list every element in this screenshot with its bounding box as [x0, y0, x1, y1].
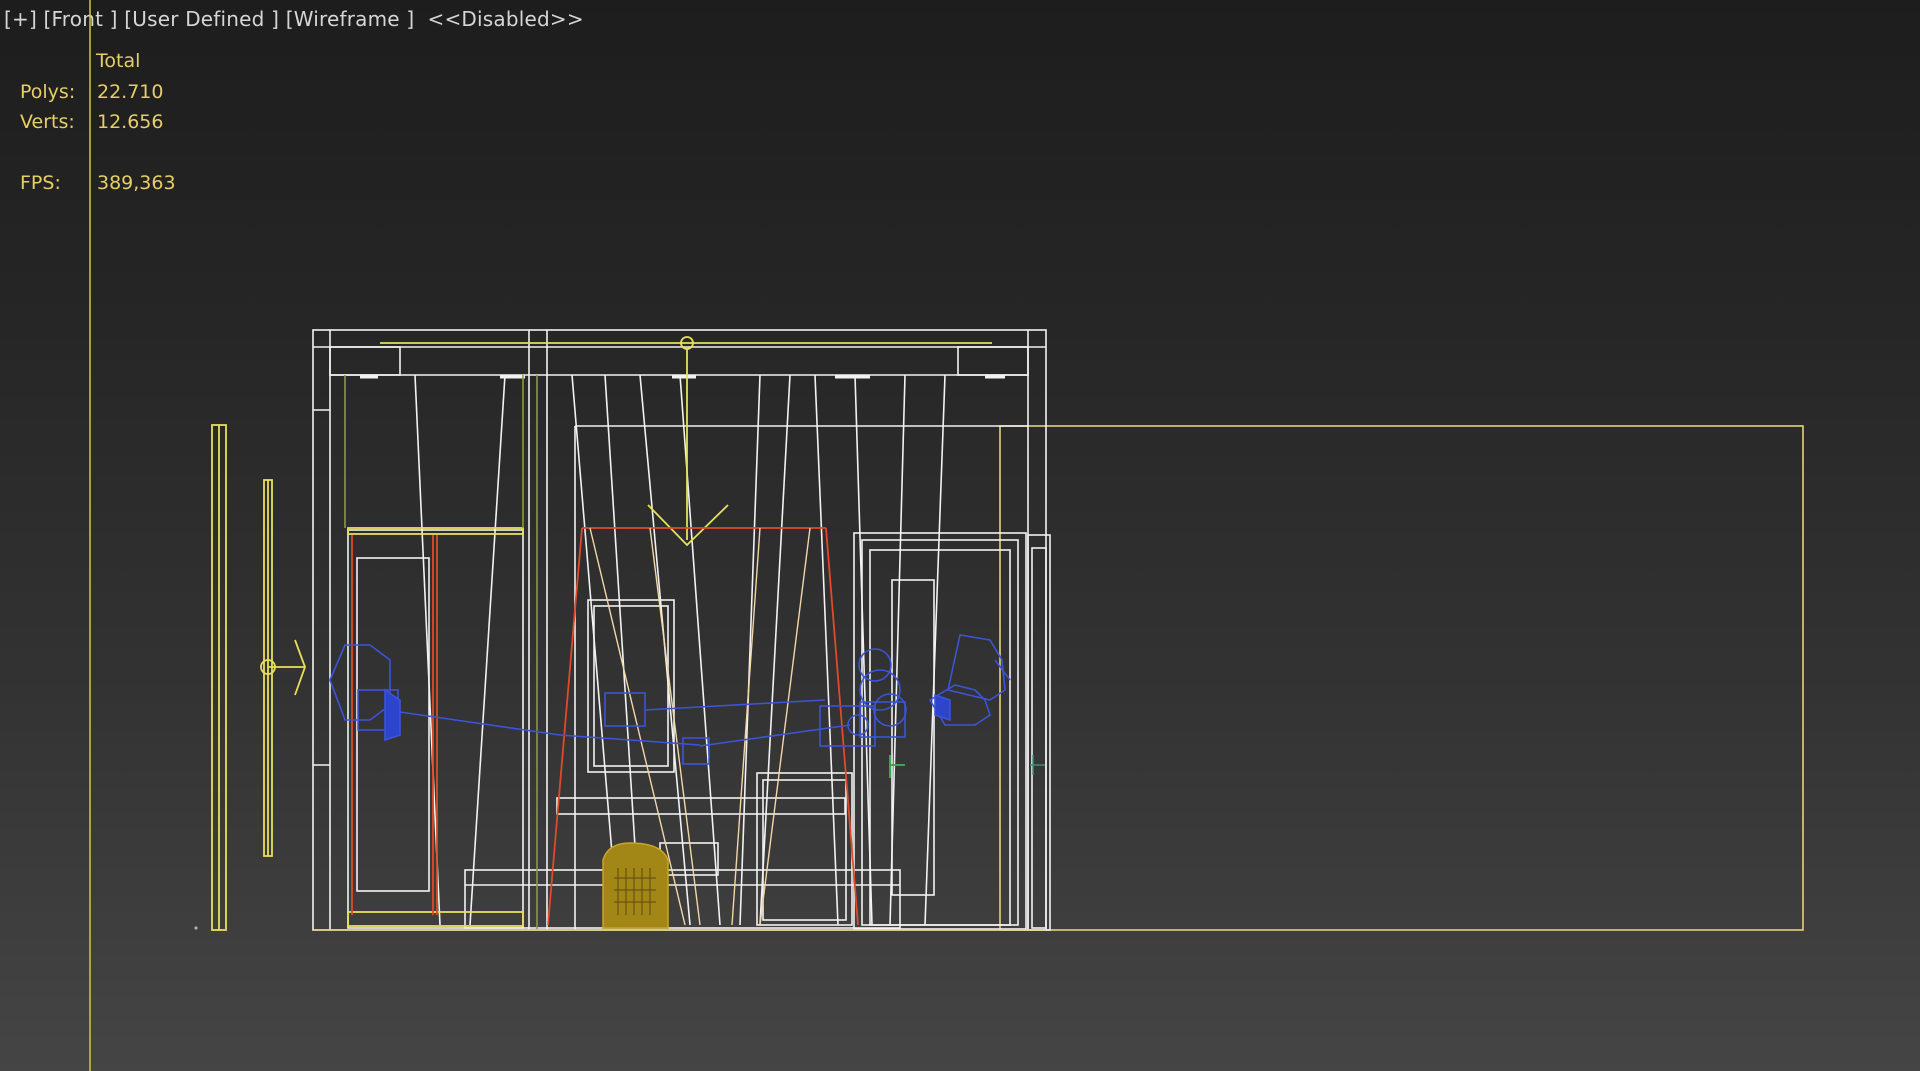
green-wire-lines [344, 375, 538, 930]
selected-chair-object[interactable] [602, 842, 669, 929]
teal-helper-icon [1030, 755, 1045, 775]
wireframe-scene[interactable] [0, 0, 1920, 1071]
origin-marker [194, 926, 198, 930]
room-wireframe[interactable] [312, 329, 1051, 931]
front-viewport[interactable]: [+] [Front ] [User Defined ] [Wireframe … [0, 0, 1920, 1071]
room-bounding-box[interactable] [999, 425, 1804, 931]
